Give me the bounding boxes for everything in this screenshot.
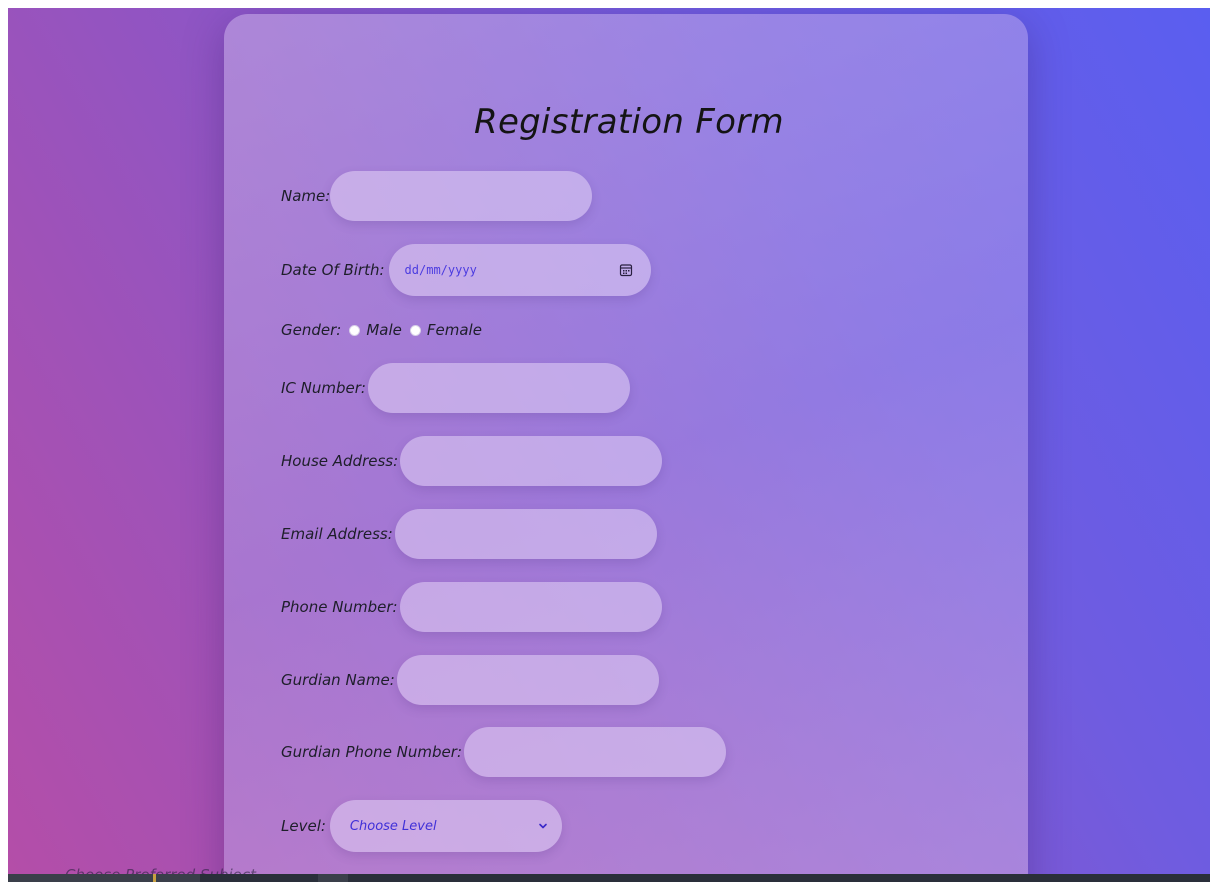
dob-input[interactable]: dd/mm/yyyy bbox=[388, 244, 651, 296]
ic-number-row: IC Number: bbox=[281, 363, 630, 413]
gurdian-phone-input[interactable] bbox=[464, 727, 726, 777]
name-label: Name: bbox=[281, 187, 331, 205]
house-address-input[interactable] bbox=[400, 436, 663, 486]
name-input[interactable] bbox=[330, 171, 593, 221]
email-address-row: Email Address: bbox=[281, 509, 657, 559]
gurdian-name-label: Gurdian Name: bbox=[281, 671, 395, 689]
page-title: Registration Form bbox=[474, 102, 784, 142]
level-row: Level: Choose Level bbox=[281, 800, 562, 852]
taskbar-segment bbox=[8, 874, 200, 882]
ic-number-label: IC Number: bbox=[281, 379, 366, 397]
phone-number-label: Phone Number: bbox=[281, 598, 398, 616]
gender-row: Gender: Male Female bbox=[281, 321, 482, 339]
gurdian-phone-label: Gurdian Phone Number: bbox=[281, 743, 462, 761]
gender-male-radio[interactable] bbox=[349, 324, 361, 336]
phone-number-input[interactable] bbox=[399, 582, 662, 632]
taskbar-indicator bbox=[153, 874, 156, 882]
email-address-input[interactable] bbox=[394, 509, 657, 559]
ic-number-input[interactable] bbox=[367, 363, 630, 413]
dob-row: Date Of Birth: dd/mm/yyyy bbox=[281, 244, 651, 296]
gurdian-name-row: Gurdian Name: bbox=[281, 655, 659, 705]
chevron-down-icon bbox=[539, 823, 547, 829]
taskbar bbox=[8, 874, 1210, 882]
name-row: Name: bbox=[281, 171, 593, 221]
phone-number-row: Phone Number: bbox=[281, 582, 662, 632]
gurdian-phone-row: Gurdian Phone Number: bbox=[281, 727, 726, 777]
preferred-subject-label: Choose Preferred Subject bbox=[65, 866, 256, 874]
gender-female-label: Female bbox=[426, 321, 482, 339]
registration-card: Registration Form Name: Date Of Birth: d… bbox=[224, 14, 1028, 874]
dob-placeholder: dd/mm/yyyy bbox=[404, 263, 477, 277]
gender-female-radio[interactable] bbox=[409, 324, 421, 336]
gender-male-label: Male bbox=[366, 321, 402, 339]
page-background: Registration Form Name: Date Of Birth: d… bbox=[8, 8, 1210, 874]
gender-label: Gender: bbox=[281, 321, 342, 339]
level-select-value: Choose Level bbox=[349, 818, 437, 834]
email-address-label: Email Address: bbox=[281, 525, 393, 543]
calendar-icon[interactable] bbox=[619, 263, 633, 277]
level-label: Level: bbox=[281, 817, 326, 835]
dob-label: Date Of Birth: bbox=[281, 261, 385, 279]
level-select[interactable]: Choose Level bbox=[329, 800, 562, 852]
gurdian-name-input[interactable] bbox=[396, 655, 659, 705]
house-address-label: House Address: bbox=[281, 452, 399, 470]
house-address-row: House Address: bbox=[281, 436, 663, 486]
taskbar-segment bbox=[318, 874, 348, 882]
